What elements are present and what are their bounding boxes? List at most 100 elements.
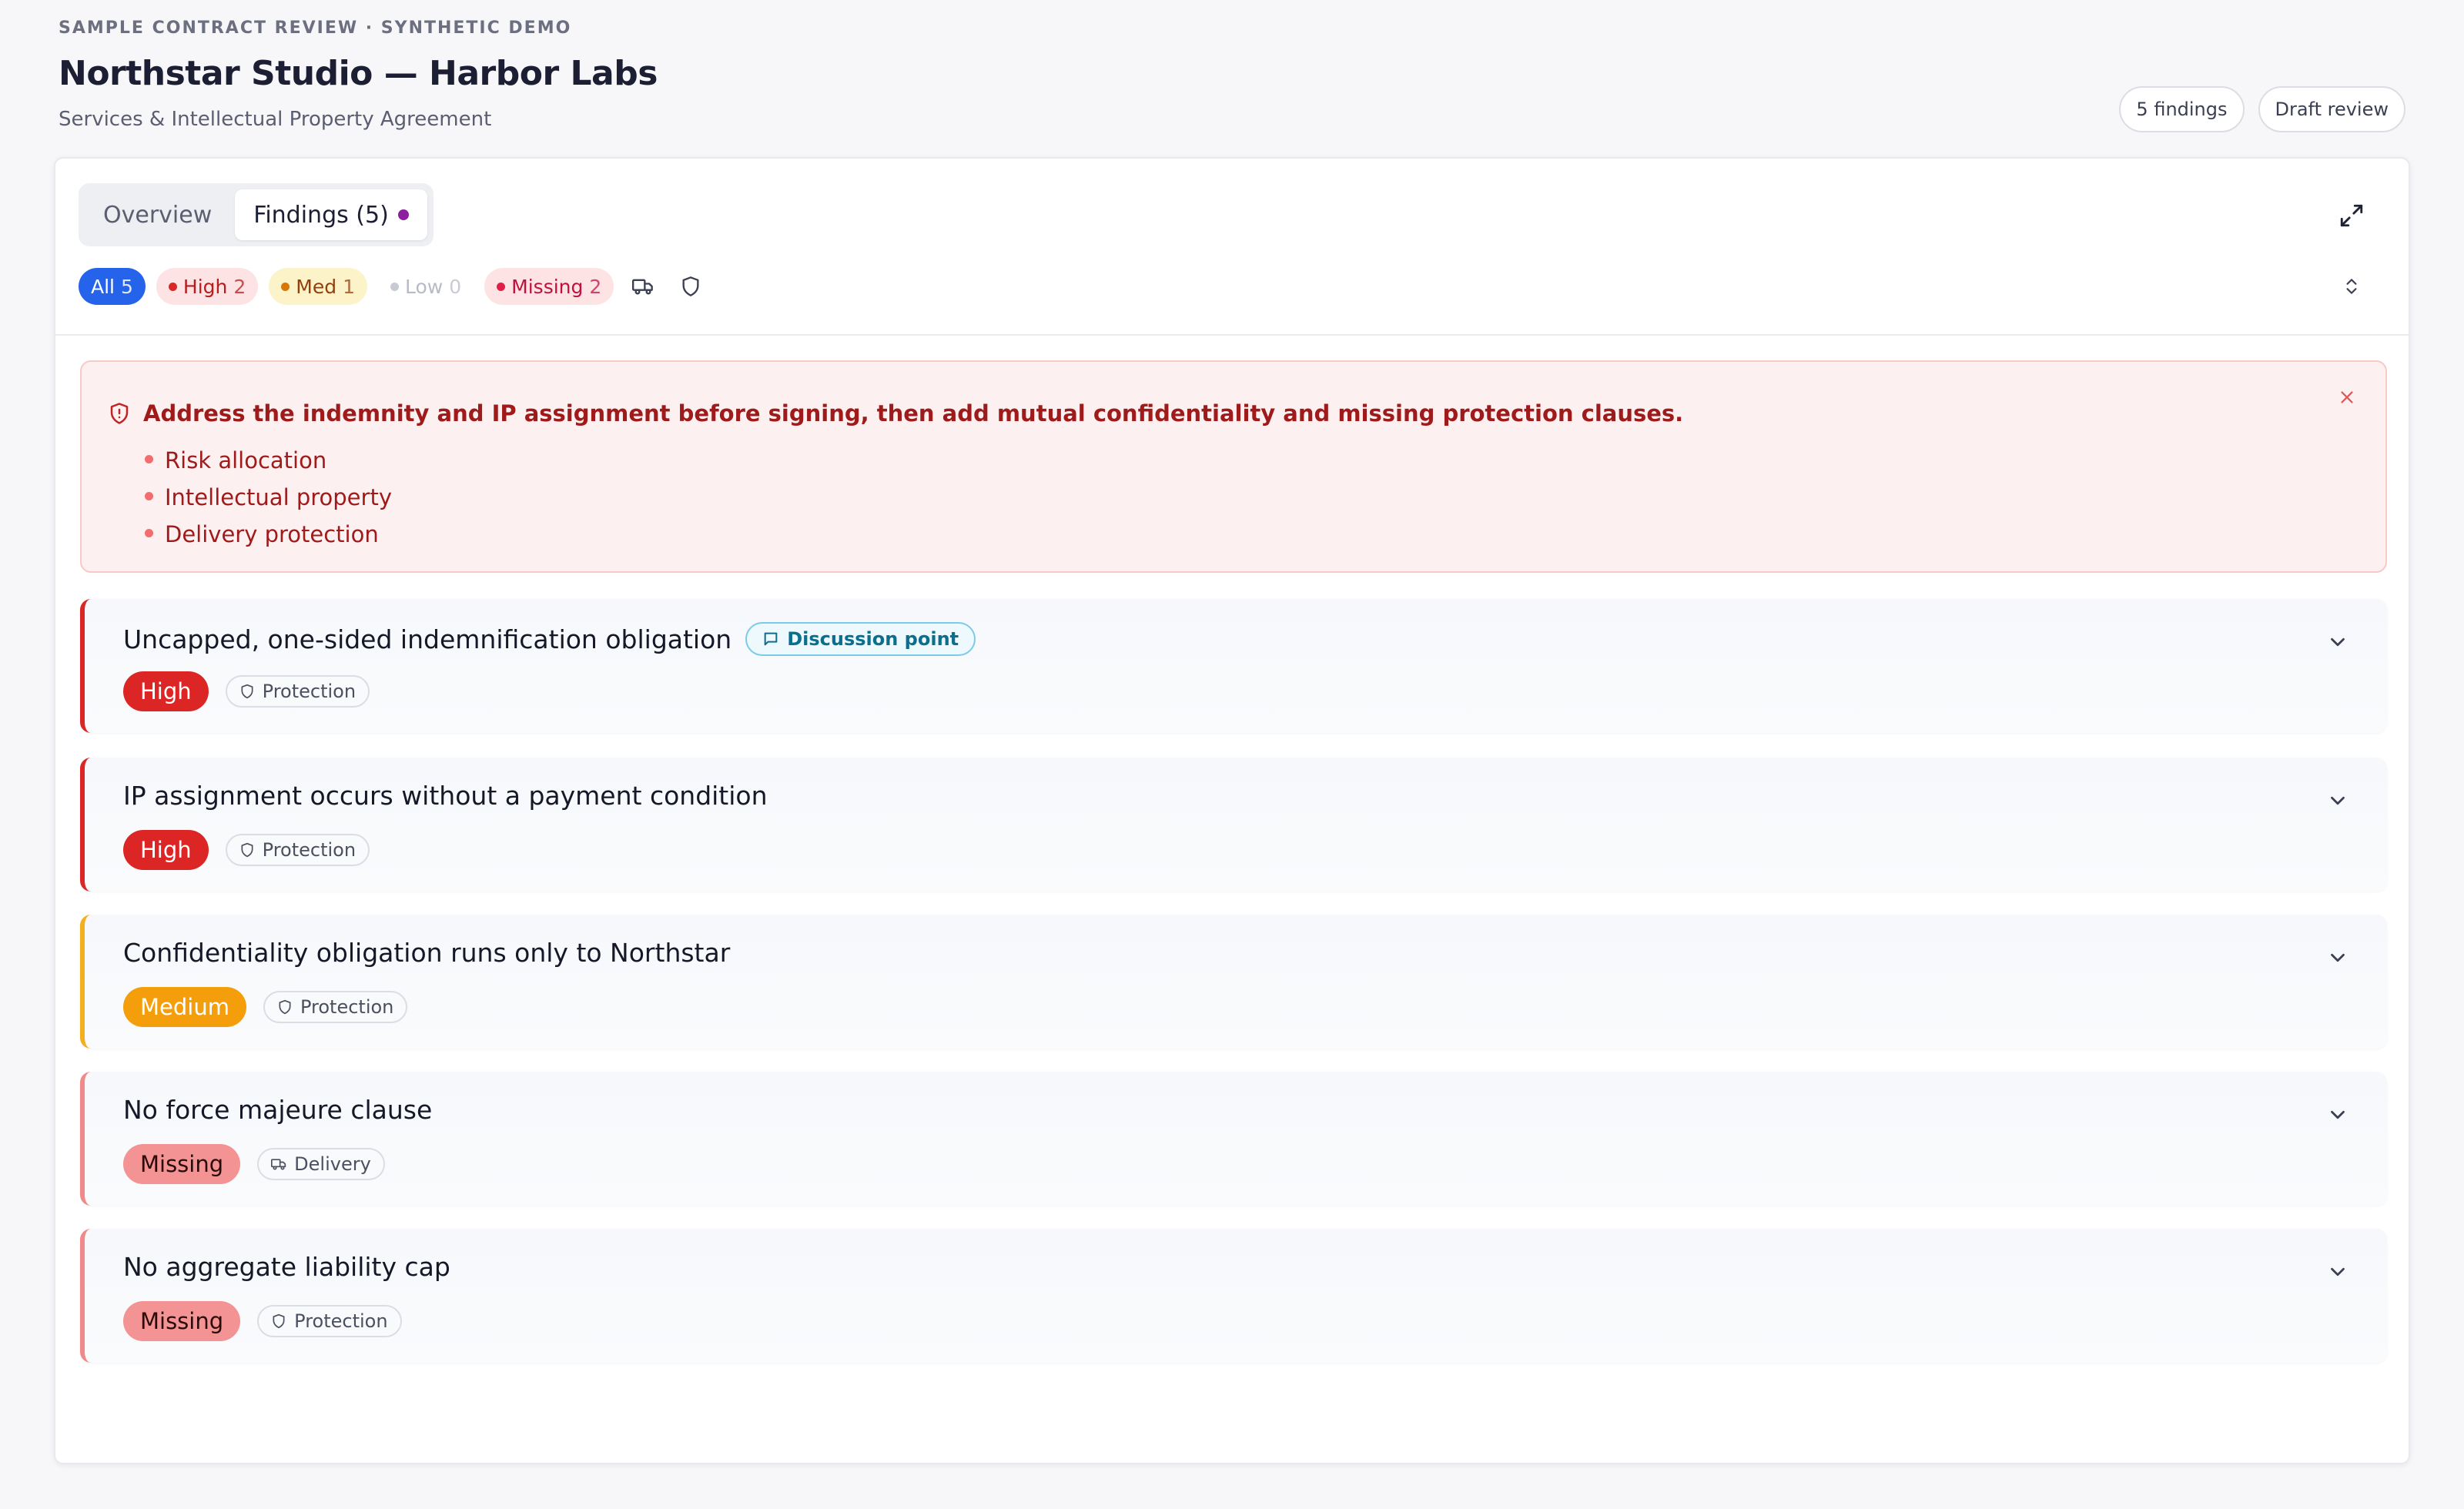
alert-title: Address the indemnity and IP assignment … [143, 400, 1684, 427]
close-icon [2341, 391, 2353, 403]
page-eyebrow: SAMPLE CONTRACT REVIEW · SYNTHETIC DEMO [59, 18, 572, 38]
findings-card: Overview Findings (5) All 5 High 2 Med 1 [54, 157, 2410, 1464]
filter-protection[interactable] [672, 268, 709, 305]
finding-title: No force majeure clause [123, 1095, 433, 1125]
shield-icon [682, 276, 699, 296]
finding-title-wrap: IP assignment occurs without a payment c… [123, 781, 768, 811]
finding-row[interactable]: Uncapped, one-sided indemnification obli… [80, 599, 2387, 733]
shield-alert-icon [110, 403, 129, 424]
page-subtitle: Services & Intellectual Property Agreeme… [59, 108, 492, 131]
finding-row[interactable]: Confidentiality obligation runs only to … [80, 915, 2387, 1049]
unread-dot-icon [397, 209, 409, 220]
chevron-down-icon [2331, 796, 2345, 805]
tab-overview-label: Overview [103, 201, 213, 229]
alert-list: Risk allocation Intellectual property De… [143, 442, 392, 553]
filter-high-count: 2 [233, 275, 246, 298]
finding-row[interactable]: No force majeure clause Missing Delivery [80, 1072, 2387, 1206]
filter-high-label: High [182, 275, 228, 298]
expand-button[interactable] [2333, 197, 2370, 234]
finding-title: Confidentiality obligation runs only to … [123, 938, 731, 968]
severity-badge: Medium [123, 987, 246, 1027]
shield-icon [279, 999, 291, 1015]
divider [55, 334, 2409, 336]
filter-high[interactable]: High 2 [156, 268, 259, 305]
shield-icon [273, 1313, 285, 1329]
alert-item: Risk allocation [143, 442, 392, 479]
category-label: Protection [262, 681, 357, 702]
finding-tags: High Protection [123, 830, 370, 870]
shield-icon [241, 842, 253, 858]
finding-title-wrap: Uncapped, one-sided indemnification obli… [123, 622, 976, 656]
category-label: Protection [294, 1310, 388, 1332]
severity-badge: Missing [123, 1301, 241, 1341]
finding-tags: Missing Protection [123, 1301, 402, 1341]
chevron-down-icon [2331, 953, 2345, 962]
finding-title: No aggregate liability cap [123, 1252, 450, 1282]
severity-badge: Missing [123, 1144, 241, 1184]
expand-finding-button[interactable] [2322, 627, 2353, 657]
expand-finding-button[interactable] [2322, 785, 2353, 816]
filter-low-count: 0 [449, 275, 462, 298]
filter-missing-count: 2 [589, 275, 602, 298]
finding-title-wrap: No aggregate liability cap [123, 1252, 450, 1282]
tab-findings-label: Findings (5) [253, 201, 389, 229]
discussion-point-badge[interactable]: Discussion point [745, 622, 976, 656]
filter-all[interactable]: All 5 [79, 268, 146, 305]
draft-review-pill: Draft review [2258, 86, 2405, 132]
category-label: Protection [262, 839, 357, 861]
finding-row[interactable]: No aggregate liability cap Missing Prote… [80, 1229, 2387, 1363]
tab-overview[interactable]: Overview [85, 189, 230, 240]
finding-tags: Medium Protection [123, 987, 408, 1027]
finding-row[interactable]: IP assignment occurs without a payment c… [80, 758, 2387, 892]
category-badge: Delivery [257, 1148, 385, 1180]
expand-finding-button[interactable] [2322, 1099, 2353, 1130]
category-badge: Protection [225, 675, 370, 708]
low-dot-icon [390, 282, 400, 291]
truck-icon [632, 279, 654, 295]
alert-item: Delivery protection [143, 516, 392, 553]
filter-low[interactable]: Low 0 [378, 268, 474, 305]
filter-missing[interactable]: Missing 2 [484, 268, 614, 305]
sort-button[interactable] [2333, 268, 2370, 305]
finding-tags: Missing Delivery [123, 1144, 385, 1184]
severity-badge: High [123, 830, 209, 870]
summary-alert: Address the indemnity and IP assignment … [80, 360, 2387, 573]
filter-low-label: Low [405, 275, 444, 298]
finding-title-wrap: Confidentiality obligation runs only to … [123, 938, 730, 968]
finding-title-wrap: No force majeure clause [123, 1095, 432, 1125]
filter-missing-label: Missing [511, 275, 584, 298]
chevron-down-icon [2331, 637, 2345, 647]
chevron-down-icon [2331, 1110, 2345, 1119]
expand-finding-button[interactable] [2322, 942, 2353, 973]
filter-med-count: 1 [343, 275, 356, 298]
category-badge: Protection [225, 834, 370, 866]
filter-delivery[interactable] [624, 268, 661, 305]
discussion-point-label: Discussion point [787, 628, 959, 650]
finding-title: Uncapped, one-sided indemnification obli… [123, 624, 732, 654]
filter-med-label: Med [296, 275, 337, 298]
filter-bar: All 5 High 2 Med 1 Low 0 Missing 2 [79, 268, 709, 305]
filter-med[interactable]: Med 1 [269, 268, 368, 305]
chevron-down-icon [2331, 1267, 2345, 1276]
finding-title: IP assignment occurs without a payment c… [123, 781, 768, 811]
filter-all-label: All [91, 275, 115, 298]
category-label: Delivery [294, 1153, 371, 1175]
category-badge: Protection [263, 991, 408, 1023]
header-pills: 5 findings Draft review [2119, 86, 2405, 132]
high-dot-icon [168, 282, 177, 291]
findings-count-pill: 5 findings [2119, 86, 2245, 132]
expand-finding-button[interactable] [2322, 1256, 2353, 1287]
page-title: Northstar Studio — Harbor Labs [59, 54, 658, 93]
expand-icon [2340, 204, 2363, 227]
missing-dot-icon [497, 282, 506, 291]
message-icon [764, 632, 778, 646]
tab-bar: Overview Findings (5) [79, 183, 434, 246]
category-badge: Protection [257, 1305, 402, 1337]
shield-icon [241, 684, 253, 699]
finding-tags: High Protection [123, 671, 370, 711]
chevrons-up-down-icon [2346, 279, 2357, 294]
alert-close-button[interactable] [2332, 382, 2362, 413]
filter-all-count: 5 [121, 275, 133, 298]
med-dot-icon [281, 282, 290, 291]
tab-findings[interactable]: Findings (5) [235, 189, 427, 240]
